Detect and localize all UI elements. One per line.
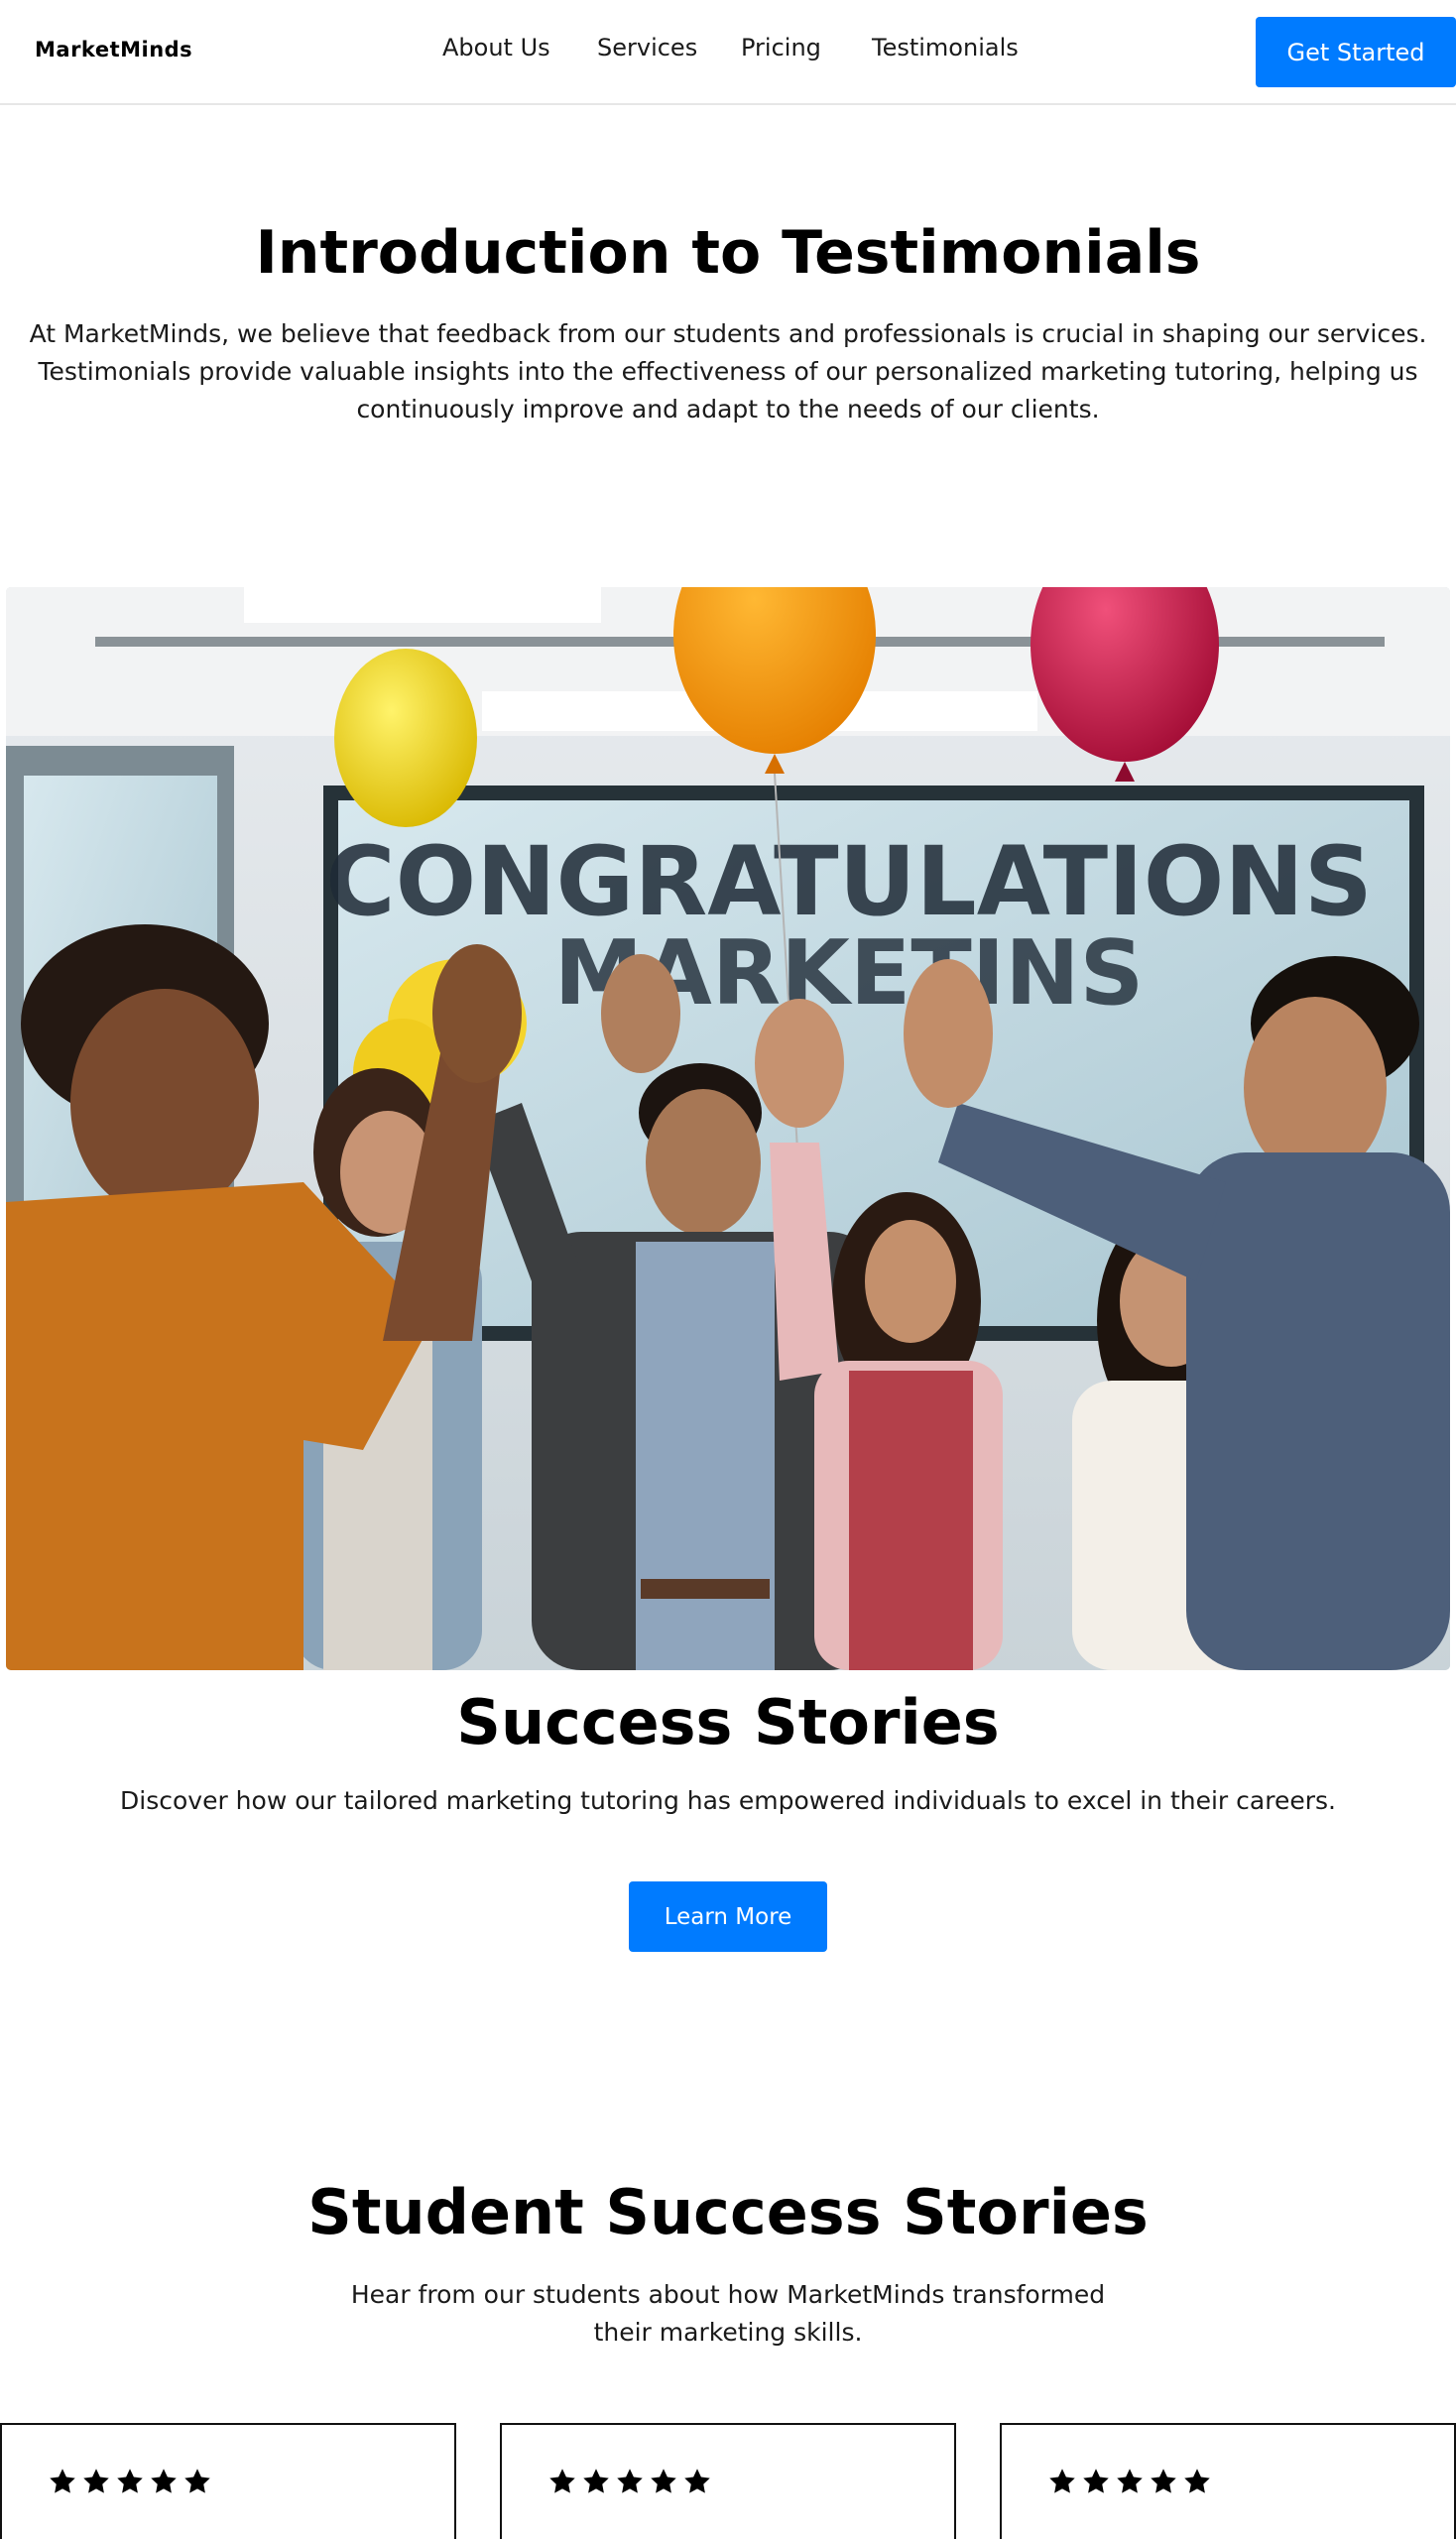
star-icon <box>117 2469 143 2493</box>
star-icon <box>583 2469 609 2493</box>
star-icon <box>684 2469 710 2493</box>
student-success-title: Student Success Stories <box>307 2176 1149 2248</box>
star-icon <box>1184 2469 1210 2493</box>
star-icon <box>151 2469 177 2493</box>
star-icon <box>1151 2469 1176 2493</box>
nav-testimonials[interactable]: Testimonials <box>872 34 1019 61</box>
intro-title: Introduction to Testimonials <box>255 218 1201 288</box>
star-icon <box>1083 2469 1109 2493</box>
star-rating <box>1047 2467 1212 2496</box>
celebration-photo: CONGRATULATIONS MARKETINS <box>6 587 1450 1670</box>
testimonial-card <box>500 2423 956 2539</box>
testimonial-card <box>1000 2423 1456 2539</box>
testimonial-card <box>0 2423 456 2539</box>
nav-services[interactable]: Services <box>597 34 697 61</box>
star-rating <box>547 2467 712 2496</box>
main-nav: About Us Services Pricing Testimonials <box>0 0 1456 103</box>
site-header: MarketMinds About Us Services Pricing Te… <box>0 0 1456 105</box>
nav-pricing[interactable]: Pricing <box>741 34 821 61</box>
nav-about-us[interactable]: About Us <box>442 34 550 61</box>
star-icon <box>184 2469 210 2493</box>
student-success-text: Hear from our students about how MarketM… <box>350 2280 1106 2347</box>
star-icon <box>1117 2469 1143 2493</box>
star-rating <box>48 2467 212 2496</box>
get-started-button[interactable]: Get Started <box>1256 17 1456 87</box>
success-stories-title: Success Stories <box>456 1686 1000 1758</box>
learn-more-button[interactable]: Learn More <box>629 1881 827 1952</box>
star-icon <box>83 2469 109 2493</box>
star-icon <box>549 2469 575 2493</box>
success-stories-text: Discover how our tailored marketing tuto… <box>120 1786 1336 1815</box>
intro-text: At MarketMinds, we believe that feedback… <box>29 319 1427 423</box>
star-icon <box>617 2469 643 2493</box>
star-icon <box>651 2469 676 2493</box>
star-icon <box>50 2469 75 2493</box>
star-icon <box>1049 2469 1075 2493</box>
